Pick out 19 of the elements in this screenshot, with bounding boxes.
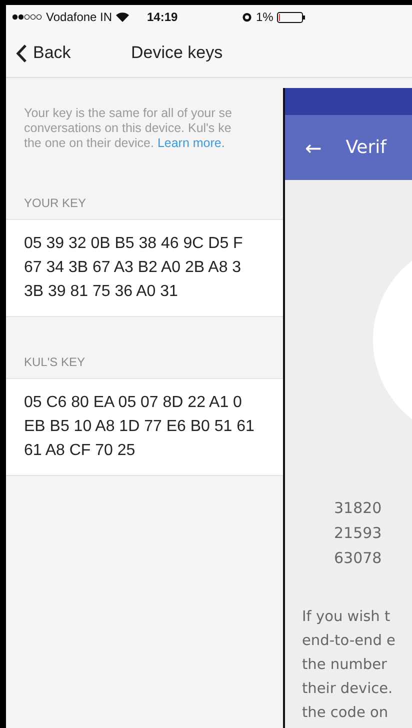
signal-icon	[12, 14, 42, 20]
battery-percent: 1%	[256, 10, 274, 24]
wifi-icon	[116, 12, 130, 22]
key-value: 05 39 32 0B B5 38 46 9C D5 F 67 34 3B 67 A3 B2 A0 2B A8 3 3B 39 81 75 36 A0 31	[24, 234, 244, 302]
key-label: KUL'S KEY	[23, 355, 86, 371]
clock-time: 14:19	[147, 10, 179, 24]
alarm-icon	[242, 12, 252, 22]
carrier-name: Vodafone IN	[46, 10, 112, 24]
chevron-left-icon	[16, 44, 27, 62]
battery-icon	[277, 12, 308, 22]
key-value: 05 C6 80 EA 05 07 8D 22 A1 0 EB B5 10 A8 1D 77 E6 B0 51 61 61 A8 CF 70 25	[24, 393, 256, 461]
verify-instructions: If you wish t end-to-end e the number their device. the code on	[302, 608, 396, 723]
key-label: YOUR KEY	[23, 196, 88, 212]
learn-more-link[interactable]: Learn more.	[157, 136, 225, 150]
back-button[interactable]: Back	[16, 43, 131, 63]
back-arrow-button[interactable]: ←	[305, 136, 322, 160]
toolbar-title: Verif	[346, 137, 386, 158]
security-code: 31820 21593 63078	[334, 498, 383, 569]
screen-title: Device keys	[131, 43, 223, 63]
